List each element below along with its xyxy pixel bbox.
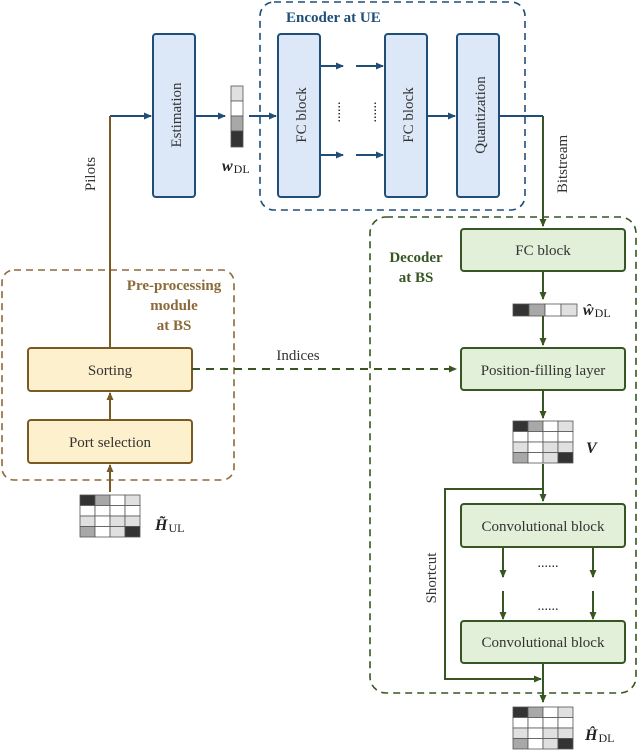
- matrix-cell: [557, 727, 574, 739]
- h-hat-dl-label: ĤDL: [584, 725, 614, 745]
- w-dl-vector: [230, 85, 244, 148]
- matrix-cell: [79, 526, 96, 538]
- matrix-cell: [557, 452, 574, 464]
- sorting-label: Sorting: [88, 363, 133, 379]
- matrix-cell: [527, 717, 544, 729]
- matrix-cell: [542, 420, 559, 432]
- matrix-cell: [542, 431, 559, 443]
- conv-block-1: Convolutional block: [460, 503, 626, 548]
- decoder-ellipsis-2: ......: [538, 599, 559, 614]
- matrix-cell: [94, 505, 111, 517]
- w-dl-label: wDL: [222, 158, 250, 176]
- encoder-fc-block-1: FC block: [277, 33, 321, 198]
- matrix-cell: [109, 526, 126, 538]
- matrix-cell: [557, 717, 574, 729]
- v-label: V: [586, 440, 598, 457]
- matrix-cell: [557, 420, 574, 432]
- h-tilde-ul-label: H̃UL: [154, 515, 184, 535]
- h-tilde-ul-matrix: [79, 494, 141, 538]
- matrix-cell: [512, 738, 529, 750]
- v-matrix: [512, 420, 574, 464]
- position-filling-label: Position-filling layer: [481, 363, 606, 379]
- conv-block-2: Convolutional block: [460, 620, 626, 664]
- encoder-title: Encoder at UE: [286, 10, 381, 26]
- matrix-cell: [557, 441, 574, 453]
- bitstream-label: Bitstream: [555, 135, 571, 194]
- matrix-cell: [124, 515, 141, 527]
- matrix-cell: [527, 727, 544, 739]
- matrix-cell: [124, 505, 141, 517]
- quantization-block: Quantization: [456, 33, 500, 198]
- matrix-cell: [512, 706, 529, 718]
- matrix-cell: [542, 441, 559, 453]
- matrix-cell: [512, 717, 529, 729]
- pilots-label: Pilots: [83, 157, 99, 191]
- matrix-cell: [527, 441, 544, 453]
- matrix-cell: [557, 431, 574, 443]
- matrix-cell: [79, 505, 96, 517]
- matrix-cell: [109, 505, 126, 517]
- port-selection-block: Port selection: [27, 419, 193, 464]
- decoder-title-line1: Decoder: [389, 250, 443, 266]
- matrix-cell: [527, 738, 544, 750]
- encoder-fc-block-2: FC block: [384, 33, 428, 198]
- matrix-cell: [109, 515, 126, 527]
- matrix-cell: [512, 420, 529, 432]
- matrix-cell: [512, 727, 529, 739]
- matrix-cell: [79, 494, 96, 506]
- matrix-cell: [527, 706, 544, 718]
- h-hat-dl-matrix: [512, 706, 574, 750]
- matrix-cell: [512, 431, 529, 443]
- indices-label: Indices: [276, 348, 319, 364]
- quantization-label: Quantization: [473, 76, 489, 154]
- matrix-cell: [512, 452, 529, 464]
- matrix-cell: [557, 706, 574, 718]
- matrix-cell: [542, 738, 559, 750]
- matrix-cell: [527, 431, 544, 443]
- matrix-cell: [542, 452, 559, 464]
- decoder-ellipsis-1: ......: [538, 556, 559, 571]
- port-selection-label: Port selection: [69, 435, 152, 451]
- sorting-block: Sorting: [27, 347, 193, 392]
- encoder-fc-block-1-label: FC block: [294, 87, 310, 143]
- estimation-block: Estimation: [152, 33, 196, 198]
- preprocessing-title-line3: at BS: [157, 318, 192, 334]
- matrix-cell: [512, 441, 529, 453]
- matrix-cell: [542, 717, 559, 729]
- matrix-cell: [527, 452, 544, 464]
- decoder-fc-block-label: FC block: [515, 243, 571, 259]
- matrix-cell: [527, 420, 544, 432]
- position-filling-block: Position-filling layer: [460, 347, 626, 391]
- encoder-fc-block-2-label: FC block: [401, 87, 417, 143]
- w-hat-dl-vector: [512, 303, 578, 317]
- preprocessing-title-line2: module: [150, 298, 198, 314]
- matrix-cell: [124, 526, 141, 538]
- matrix-cell: [94, 515, 111, 527]
- matrix-cell: [79, 515, 96, 527]
- matrix-cell: [542, 727, 559, 739]
- matrix-cell: [109, 494, 126, 506]
- matrix-cell: [94, 494, 111, 506]
- csi-feedback-diagram: Encoder at UE Estimation FC block FC blo…: [1, 1, 637, 750]
- encoder-ellipsis-2: ......: [365, 102, 380, 123]
- conv-block-1-label: Convolutional block: [482, 519, 605, 535]
- matrix-cell: [557, 738, 574, 750]
- matrix-cell: [124, 494, 141, 506]
- estimation-label: Estimation: [169, 82, 185, 147]
- matrix-cell: [94, 526, 111, 538]
- preprocessing-title-line1: Pre-processing: [127, 278, 222, 294]
- decoder-title-line2: at BS: [399, 270, 434, 286]
- matrix-cell: [542, 706, 559, 718]
- shortcut-label: Shortcut: [424, 552, 440, 604]
- w-hat-dl-label: ŵDL: [582, 302, 611, 320]
- encoder-ellipsis-1: ......: [329, 102, 344, 123]
- conv-block-2-label: Convolutional block: [482, 635, 605, 651]
- decoder-fc-block: FC block: [460, 228, 626, 272]
